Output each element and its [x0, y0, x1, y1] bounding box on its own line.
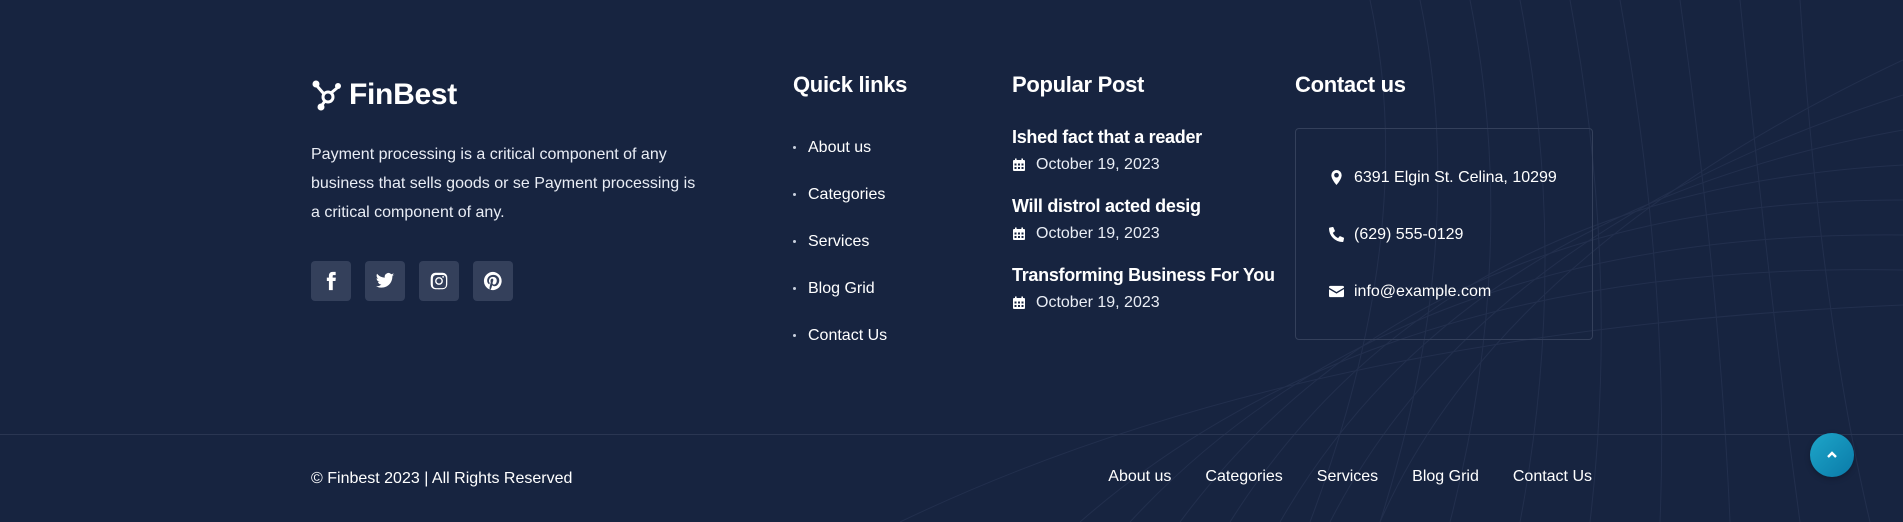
- quick-link-about-us[interactable]: About us: [808, 139, 871, 157]
- twitter-button[interactable]: [365, 261, 405, 301]
- contact-email: info@example.com: [1329, 263, 1559, 320]
- contact-title: Contact us: [1295, 72, 1406, 97]
- contact-phone: (629) 555-0129: [1329, 206, 1559, 263]
- bottom-link-contact-us[interactable]: Contact Us: [1513, 468, 1592, 486]
- quick-link-contact-us[interactable]: Contact Us: [808, 327, 887, 345]
- contact-address: 6391 Elgin St. Celina, 10299: [1329, 149, 1559, 206]
- bottom-link-blog-grid[interactable]: Blog Grid: [1412, 468, 1479, 486]
- bullet-dot: [793, 240, 796, 243]
- quick-link-services[interactable]: Services: [808, 233, 869, 251]
- calendar-icon: [1013, 158, 1025, 171]
- pinterest-icon: [483, 271, 502, 291]
- bottom-link-about-us[interactable]: About us: [1108, 468, 1171, 486]
- instagram-button[interactable]: [419, 261, 459, 301]
- phone-icon: [1329, 227, 1344, 242]
- popular-post-title: Popular Post: [1012, 72, 1145, 97]
- twitter-icon: [375, 273, 395, 288]
- post-title-link[interactable]: Will distrol acted desig: [1012, 196, 1272, 217]
- map-pin-icon: [1331, 170, 1342, 185]
- quick-links-title: Quick links: [793, 72, 908, 97]
- hub-logo-icon: [312, 80, 341, 111]
- bullet-dot: [793, 146, 796, 149]
- contact-column: Contact us 6391 Elgin St. Celina, 10299 …: [1295, 72, 1593, 340]
- list-item: About us: [793, 124, 907, 171]
- bullet-dot: [793, 193, 796, 196]
- brand-description: Payment processing is a critical compone…: [311, 146, 696, 221]
- quick-links-list: About us Categories Services Blog Grid C…: [793, 124, 907, 359]
- bullet-dot: [793, 287, 796, 290]
- chevron-up-icon: [1827, 451, 1837, 458]
- post-date: October 19, 2023: [1012, 294, 1272, 312]
- bottom-link-services[interactable]: Services: [1317, 468, 1378, 486]
- logo[interactable]: FinBest: [311, 78, 701, 112]
- popular-post-column: Popular Post Ished fact that a reader Oc…: [1012, 72, 1275, 312]
- post-date-text: October 19, 2023: [1036, 294, 1160, 311]
- post-item: Transforming Business For You October 19…: [1012, 265, 1275, 312]
- post-date: October 19, 2023: [1012, 156, 1272, 174]
- post-date-text: October 19, 2023: [1036, 156, 1160, 173]
- quick-links-column: Quick links About us Categories Services…: [793, 72, 907, 359]
- footer-divider: [0, 434, 1903, 435]
- bottom-nav: About us Categories Services Blog Grid C…: [1108, 468, 1592, 486]
- instagram-icon: [430, 272, 448, 290]
- bottom-link-categories[interactable]: Categories: [1205, 468, 1282, 486]
- pinterest-button[interactable]: [473, 261, 513, 301]
- post-item: Ished fact that a reader October 19, 202…: [1012, 127, 1272, 174]
- list-item: Services: [793, 218, 907, 265]
- scroll-to-top-button[interactable]: [1810, 433, 1854, 477]
- social-links: [311, 261, 701, 301]
- envelope-icon: [1329, 285, 1344, 298]
- list-item: Blog Grid: [793, 265, 907, 312]
- post-date: October 19, 2023: [1012, 225, 1272, 243]
- logo-text: FinBest: [349, 78, 457, 111]
- bullet-dot: [793, 334, 796, 337]
- post-item: Will distrol acted desig October 19, 202…: [1012, 196, 1272, 243]
- calendar-icon: [1013, 296, 1025, 309]
- contact-box: 6391 Elgin St. Celina, 10299 (629) 555-0…: [1295, 128, 1593, 340]
- contact-address-text: 6391 Elgin St. Celina, 10299: [1354, 168, 1557, 186]
- post-title-link[interactable]: Transforming Business For You: [1012, 265, 1275, 286]
- copyright-text: © Finbest 2023 | All Rights Reserved: [311, 470, 573, 487]
- post-date-text: October 19, 2023: [1036, 225, 1160, 242]
- quick-link-blog-grid[interactable]: Blog Grid: [808, 280, 875, 298]
- footer-top: FinBest Payment processing is a critical…: [0, 0, 1903, 434]
- quick-link-categories[interactable]: Categories: [808, 186, 885, 204]
- list-item: Contact Us: [793, 312, 907, 359]
- brand-column: FinBest Payment processing is a critical…: [311, 78, 701, 301]
- facebook-button[interactable]: [311, 261, 351, 301]
- facebook-icon: [326, 271, 336, 291]
- list-item: Categories: [793, 171, 907, 218]
- contact-email-text[interactable]: info@example.com: [1354, 283, 1491, 301]
- contact-phone-text[interactable]: (629) 555-0129: [1354, 226, 1463, 244]
- post-title-link[interactable]: Ished fact that a reader: [1012, 127, 1272, 148]
- calendar-icon: [1013, 227, 1025, 240]
